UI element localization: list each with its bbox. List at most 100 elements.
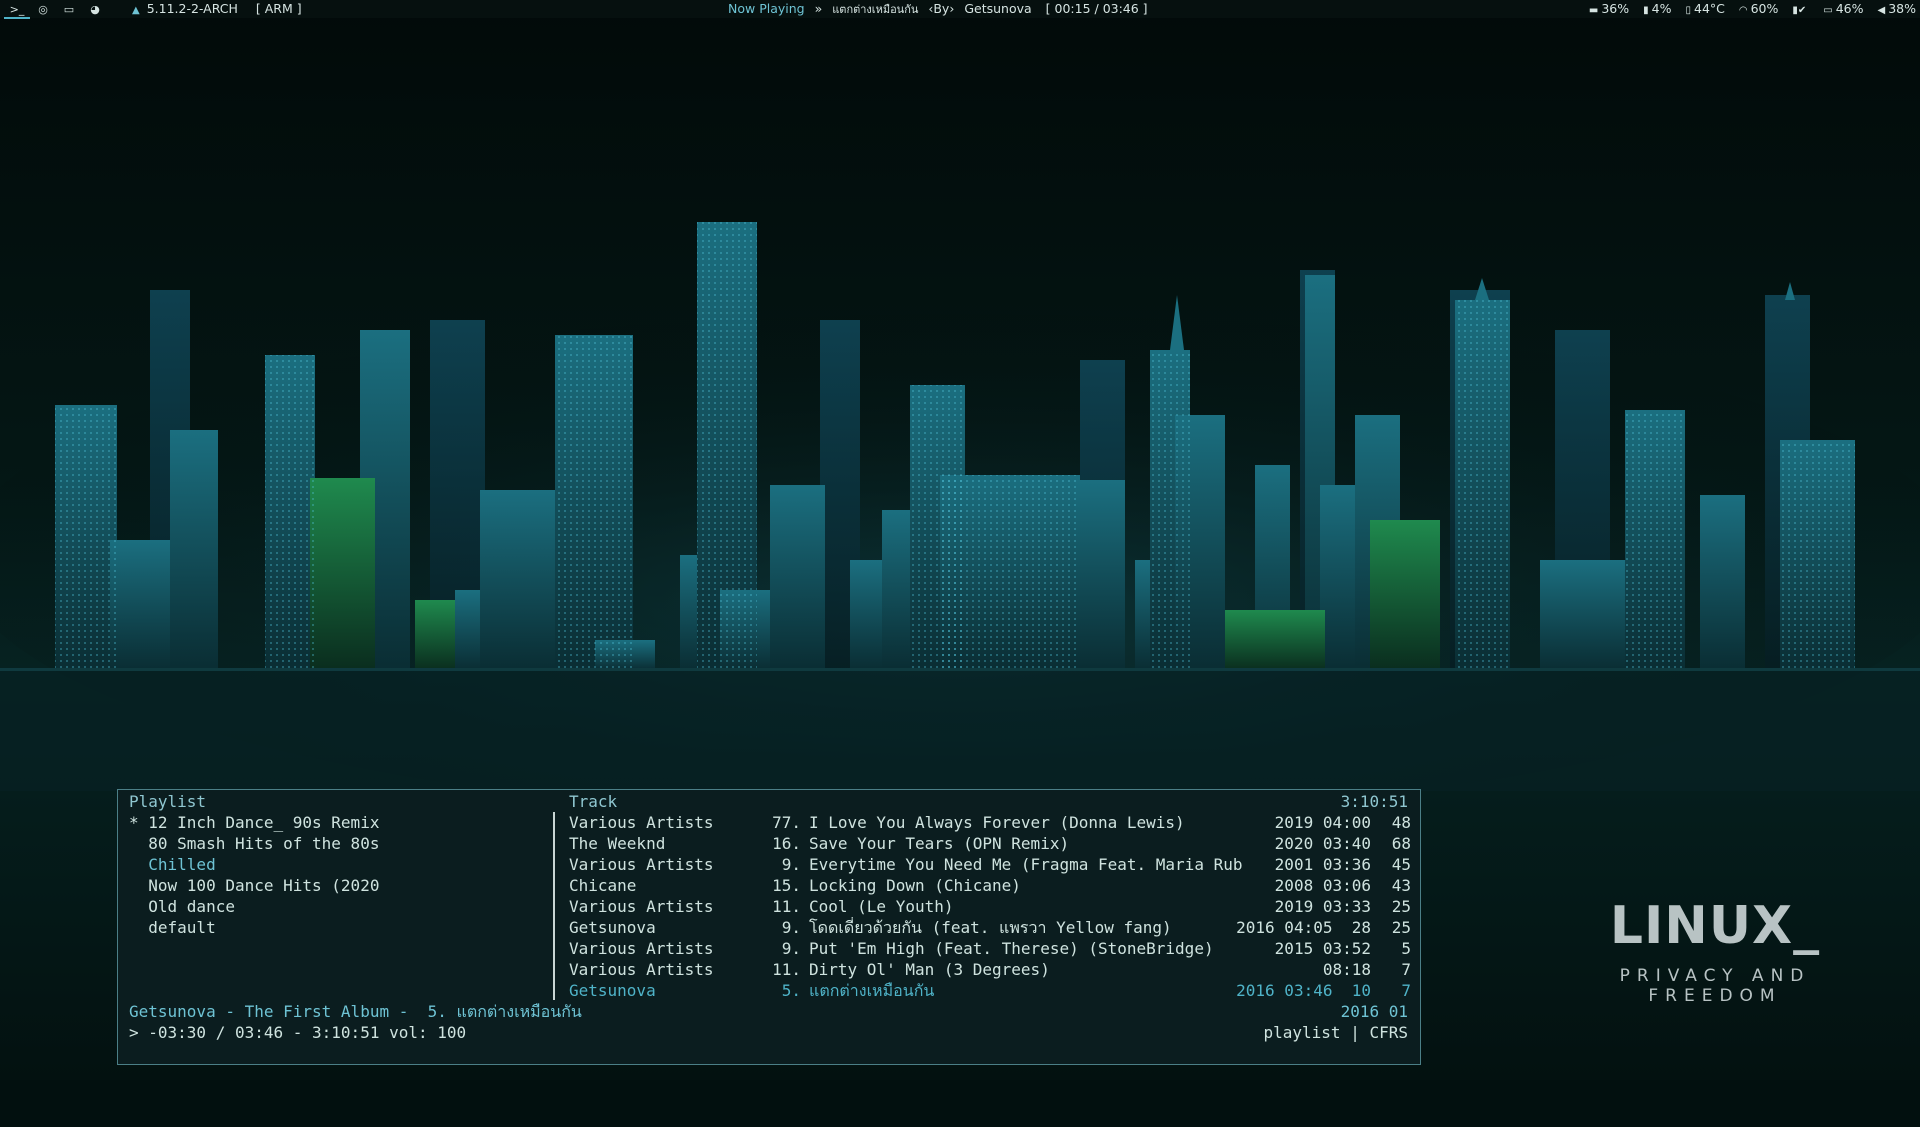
view-mode: playlist | CFRS xyxy=(1263,1023,1409,1042)
track-row[interactable]: Various Artists 11. Cool (Le Youth) 2019… xyxy=(569,896,1411,917)
pane-divider xyxy=(553,812,555,1000)
track-number: 16. xyxy=(772,834,801,853)
playback-progress: > -03:30 / 03:46 - 3:10:51 vol: 100 xyxy=(129,1023,467,1042)
track-bitrate: 7 xyxy=(1401,960,1411,979)
track-artist: Chicane xyxy=(569,876,637,895)
track-bitrate: 45 xyxy=(1391,855,1411,874)
track-title: I Love You Always Forever (Donna Lewis) xyxy=(809,813,1185,832)
track-date-duration: 2016 03:46 10 xyxy=(1236,981,1371,1000)
track-row[interactable]: Various Artists 9. Everytime You Need Me… xyxy=(569,854,1411,875)
now-playing-year: 2016 01 xyxy=(1340,1002,1408,1021)
by-label: By xyxy=(933,1,950,16)
volume-icon[interactable]: ◀ xyxy=(1878,5,1886,16)
track-header: Track xyxy=(569,792,618,811)
song-title: แตกต่างเหมือนกัน xyxy=(832,3,919,16)
arch-label: [ ARM ] xyxy=(255,1,302,16)
forward-icon: » xyxy=(814,1,823,16)
track-title: Cool (Le Youth) xyxy=(809,897,954,916)
track-artist: Various Artists xyxy=(569,813,714,832)
linux-logo: LINUX_ PRIVACY AND FREEDOM xyxy=(1585,898,1845,1006)
track-artist: Getsunova xyxy=(569,981,656,1000)
track-artist: Various Artists xyxy=(569,939,714,958)
track-row[interactable]: Getsunova 9. โดดเดี่ยวด้วยกัน (feat. แพร… xyxy=(569,917,1411,938)
playlist-item-selected[interactable]: Chilled xyxy=(129,854,215,875)
terminal-icon[interactable]: >_ xyxy=(4,1,30,19)
workspace-switcher: >_ ◎ ▭ ◕ xyxy=(4,0,108,19)
track-title: Dirty Ol' Man (3 Degrees) xyxy=(809,960,1050,979)
track-bitrate: 25 xyxy=(1391,897,1411,916)
now-playing-status: Getsunova - The First Album - 5. แตกต่าง… xyxy=(129,1002,582,1021)
playlist-item[interactable]: 80 Smash Hits of the 80s xyxy=(129,833,379,854)
track-artist: Various Artists xyxy=(569,855,714,874)
now-playing-widget[interactable]: Now Playing » แตกต่างเหมือนกัน ‹By› Gets… xyxy=(728,0,1148,18)
track-title: Locking Down (Chicane) xyxy=(809,876,1021,895)
track-bitrate: 25 xyxy=(1391,918,1411,937)
track-bitrate: 7 xyxy=(1401,981,1411,1000)
track-date-duration: 2019 03:33 xyxy=(1274,897,1371,916)
track-row[interactable]: The Weeknd 16. Save Your Tears (OPN Remi… xyxy=(569,833,1411,854)
now-playing-label: Now Playing xyxy=(728,1,805,16)
battery-icon: ▭ xyxy=(1823,5,1833,16)
track-date-duration: 2001 03:36 xyxy=(1274,855,1371,874)
cmus-terminal-window[interactable]: Playlist Track 3:10:51 * 12 Inch Dance_ … xyxy=(117,789,1421,1065)
track-title: แตกต่างเหมือนกัน xyxy=(809,981,935,1000)
track-date-duration: 2019 04:00 xyxy=(1274,813,1371,832)
playlist-item[interactable]: Old dance xyxy=(129,896,235,917)
artist-name: Getsunova xyxy=(964,1,1032,16)
track-number: 5. xyxy=(781,981,801,1000)
track-row[interactable]: Various Artists 11. Dirty Ol' Man (3 Deg… xyxy=(569,959,1411,980)
folder-icon[interactable]: ▭ xyxy=(56,1,82,19)
disk-icon: ▮ xyxy=(1643,5,1649,16)
track-artist: Various Artists xyxy=(569,897,714,916)
track-date-duration: 2020 03:40 xyxy=(1274,834,1371,853)
track-date-duration: 08:18 xyxy=(1322,960,1371,979)
track-artist: The Weeknd xyxy=(569,834,666,853)
total-duration: 3:10:51 xyxy=(1340,792,1408,811)
track-date-duration: 2016 04:05 28 xyxy=(1236,918,1371,937)
track-title: โดดเดี่ยวด้วยกัน (feat. แพรวา Yellow fan… xyxy=(809,918,1172,937)
track-row[interactable]: Various Artists 77. I Love You Always Fo… xyxy=(569,812,1411,833)
track-bitrate: 5 xyxy=(1401,939,1411,958)
wifi-icon[interactable]: ◠ xyxy=(1739,5,1748,16)
playlist-item[interactable]: default xyxy=(129,917,215,938)
system-stats: ▬ 36% ▮ 4% ▯ 44°C ◠ 60% ▮✔ ▭ 46% ◀ 38% xyxy=(1579,0,1916,18)
playlist-header: Playlist xyxy=(129,792,207,811)
track-row[interactable]: Various Artists 9. Put 'Em High (Feat. T… xyxy=(569,938,1411,959)
battery-level: 46% xyxy=(1835,1,1864,16)
track-number: 9. xyxy=(781,918,801,937)
track-bitrate: 48 xyxy=(1391,813,1411,832)
track-number: 9. xyxy=(781,855,801,874)
globe-icon[interactable]: ◎ xyxy=(30,1,56,19)
memory-usage: 36% xyxy=(1601,1,1630,16)
palette-icon[interactable]: ◕ xyxy=(82,1,108,19)
volume-level: 38% xyxy=(1888,1,1916,16)
track-artist: Various Artists xyxy=(569,960,714,979)
track-number: 15. xyxy=(772,876,801,895)
cpu-temperature: 44°C xyxy=(1694,1,1725,16)
wifi-strength: 60% xyxy=(1750,1,1779,16)
track-date-duration: 2015 03:52 xyxy=(1274,939,1371,958)
logo-subtitle: PRIVACY AND FREEDOM xyxy=(1619,966,1811,1006)
logo-title: LINUX_ xyxy=(1609,896,1821,956)
track-date-duration: 2008 03:06 xyxy=(1274,876,1371,895)
kernel-version: 5.11.2-2-ARCH xyxy=(146,1,238,16)
playlist-item[interactable]: Now 100 Dance Hits (2020 xyxy=(129,875,379,896)
system-info: ▲ 5.11.2-2-ARCH [ ARM ] xyxy=(132,0,302,18)
track-number: 9. xyxy=(781,939,801,958)
track-row-playing[interactable]: Getsunova 5. แตกต่างเหมือนกัน 2016 03:46… xyxy=(569,980,1411,1001)
track-bitrate: 68 xyxy=(1391,834,1411,853)
track-time: [ 00:15 / 03:46 ] xyxy=(1045,1,1148,16)
track-number: 11. xyxy=(772,897,801,916)
top-status-bar: >_ ◎ ▭ ◕ ▲ 5.11.2-2-ARCH [ ARM ] Now Playin… xyxy=(0,0,1920,19)
track-row[interactable]: Chicane 15. Locking Down (Chicane) 2008 … xyxy=(569,875,1411,896)
track-title: Put 'Em High (Feat. Therese) (StoneBridg… xyxy=(809,939,1214,958)
memory-icon: ▬ xyxy=(1588,5,1599,16)
arch-logo-icon: ▲ xyxy=(132,5,140,16)
track-number: 11. xyxy=(772,960,801,979)
playlist-item[interactable]: * 12 Inch Dance_ 90s Remix xyxy=(129,812,379,833)
track-title: Save Your Tears (OPN Remix) xyxy=(809,834,1070,853)
bluetooth-icon[interactable]: ▮✔ xyxy=(1792,5,1806,16)
track-artist: Getsunova xyxy=(569,918,656,937)
track-bitrate: 43 xyxy=(1391,876,1411,895)
track-number: 77. xyxy=(772,813,801,832)
